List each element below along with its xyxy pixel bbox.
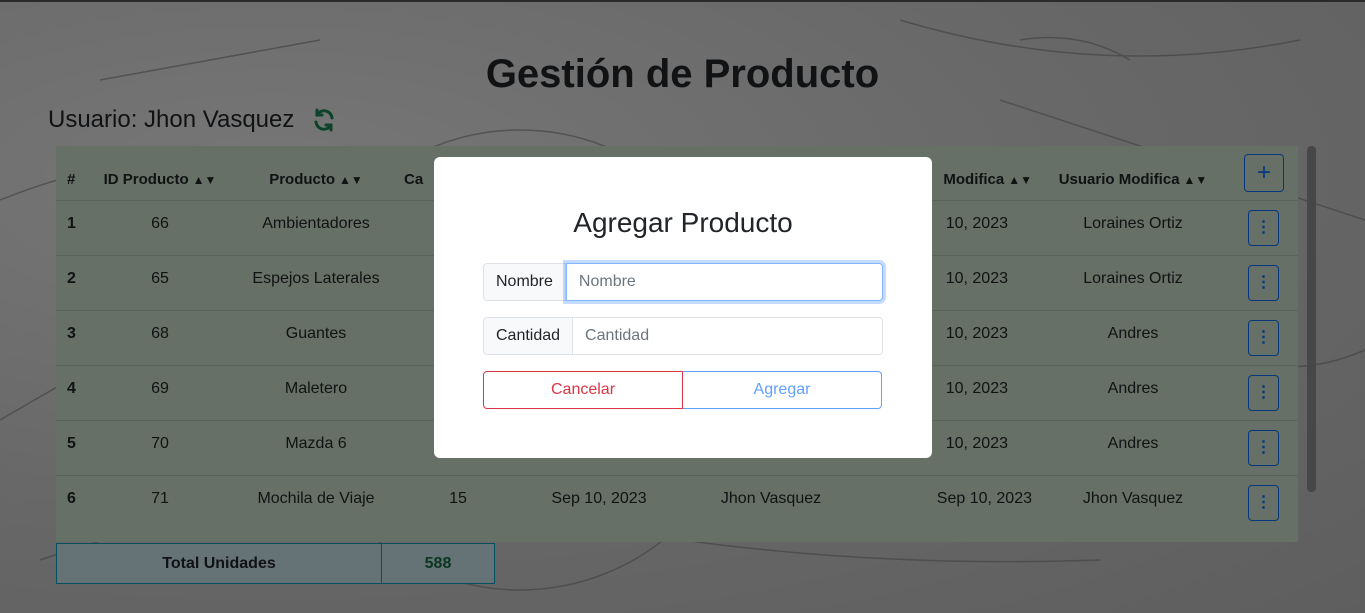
modal-title: Agregar Producto xyxy=(573,207,793,238)
cantidad-input[interactable] xyxy=(573,317,883,355)
nombre-label: Nombre xyxy=(483,263,566,301)
submit-add-button[interactable]: Agregar xyxy=(683,371,882,409)
nombre-input-group: Nombre xyxy=(483,263,883,301)
cantidad-label: Cantidad xyxy=(483,317,574,355)
nombre-input[interactable] xyxy=(565,263,883,301)
cantidad-input-group: Cantidad xyxy=(483,317,883,355)
cancel-button[interactable]: Cancelar xyxy=(483,371,683,409)
add-product-modal: Agregar Producto Nombre Cantidad Cancela… xyxy=(434,157,932,458)
modal-actions: Cancelar Agregar xyxy=(483,371,882,409)
